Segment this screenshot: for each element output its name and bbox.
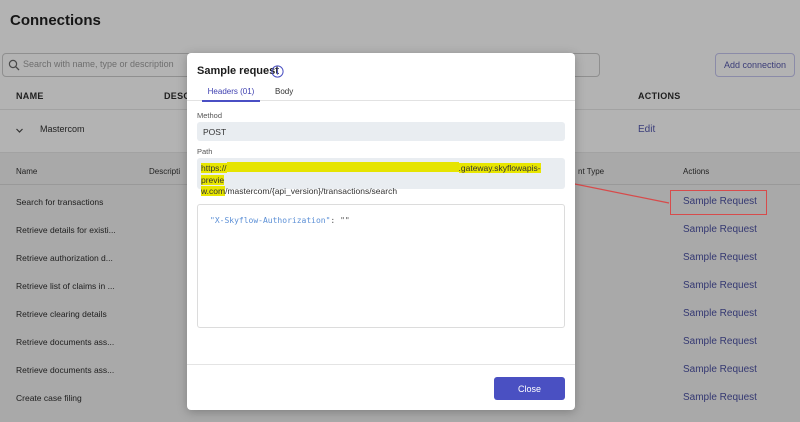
header-value: "" [340, 216, 350, 225]
sample-request-link[interactable]: Sample Request [683, 364, 757, 375]
route-name: Retrieve authorization d... [16, 253, 113, 263]
sample-request-link[interactable]: Sample Request [683, 308, 757, 319]
route-name: Retrieve clearing details [16, 309, 107, 319]
path-field[interactable]: https://.gateway.skyflowapis-previe w.com… [197, 158, 565, 196]
sample-request-link[interactable]: Sample Request [683, 336, 757, 347]
sample-request-modal: Sample request Headers (01) Body Method … [187, 53, 575, 410]
column-header-name: NAME [16, 91, 44, 101]
sample-request-link[interactable]: Sample Request [683, 392, 757, 403]
path-wrap: w.com [201, 186, 226, 196]
modal-footer-divider [187, 364, 575, 365]
close-button[interactable]: Close [494, 377, 565, 400]
connection-name: Mastercom [40, 124, 85, 134]
route-name: Retrieve documents ass... [16, 365, 115, 375]
redacted-segment [226, 162, 459, 172]
path-prefix: https:// [201, 163, 227, 173]
route-name: Create case filing [16, 393, 82, 403]
page-title: Connections [10, 12, 101, 29]
header-separator: : [330, 216, 341, 225]
sub-column-name: Name [16, 167, 38, 176]
sample-request-link[interactable]: Sample Request [683, 224, 757, 235]
sample-request-link[interactable]: Sample Request [683, 280, 757, 291]
route-name: Retrieve documents ass... [16, 337, 115, 347]
path-label: Path [197, 147, 213, 156]
route-name: Retrieve details for existi... [16, 225, 116, 235]
search-placeholder: Search with name, type or description [23, 59, 174, 69]
chevron-down-icon[interactable] [15, 126, 24, 135]
info-icon[interactable] [271, 65, 284, 78]
method-label: Method [197, 111, 223, 120]
add-connection-button[interactable]: Add connection [715, 53, 795, 77]
column-header-actions: ACTIONS [638, 91, 681, 101]
sub-column-description: Descripti [149, 167, 181, 176]
method-field: POST [197, 122, 565, 141]
modal-title: Sample request [197, 65, 279, 77]
header-key: "X-Skyflow-Authorization" [210, 216, 331, 225]
headers-editor[interactable]: "X-Skyflow-Authorization": "" [197, 204, 565, 328]
sub-column-actions: Actions [683, 167, 710, 176]
route-name: Search for transactions [16, 197, 104, 207]
sample-request-link[interactable]: Sample Request [683, 252, 757, 263]
tab-body[interactable]: Body [275, 87, 293, 101]
route-name: Retrieve list of claims in ... [16, 281, 115, 291]
tab-headers[interactable]: Headers (01) [202, 87, 260, 102]
path-rest: /mastercom/{api_version}/transactions/se… [225, 186, 398, 196]
search-icon [8, 59, 20, 71]
header-line: "X-Skyflow-Authorization": "" [210, 216, 350, 225]
modal-tabs: Headers (01) Body [187, 87, 575, 102]
edit-link[interactable]: Edit [638, 124, 655, 135]
